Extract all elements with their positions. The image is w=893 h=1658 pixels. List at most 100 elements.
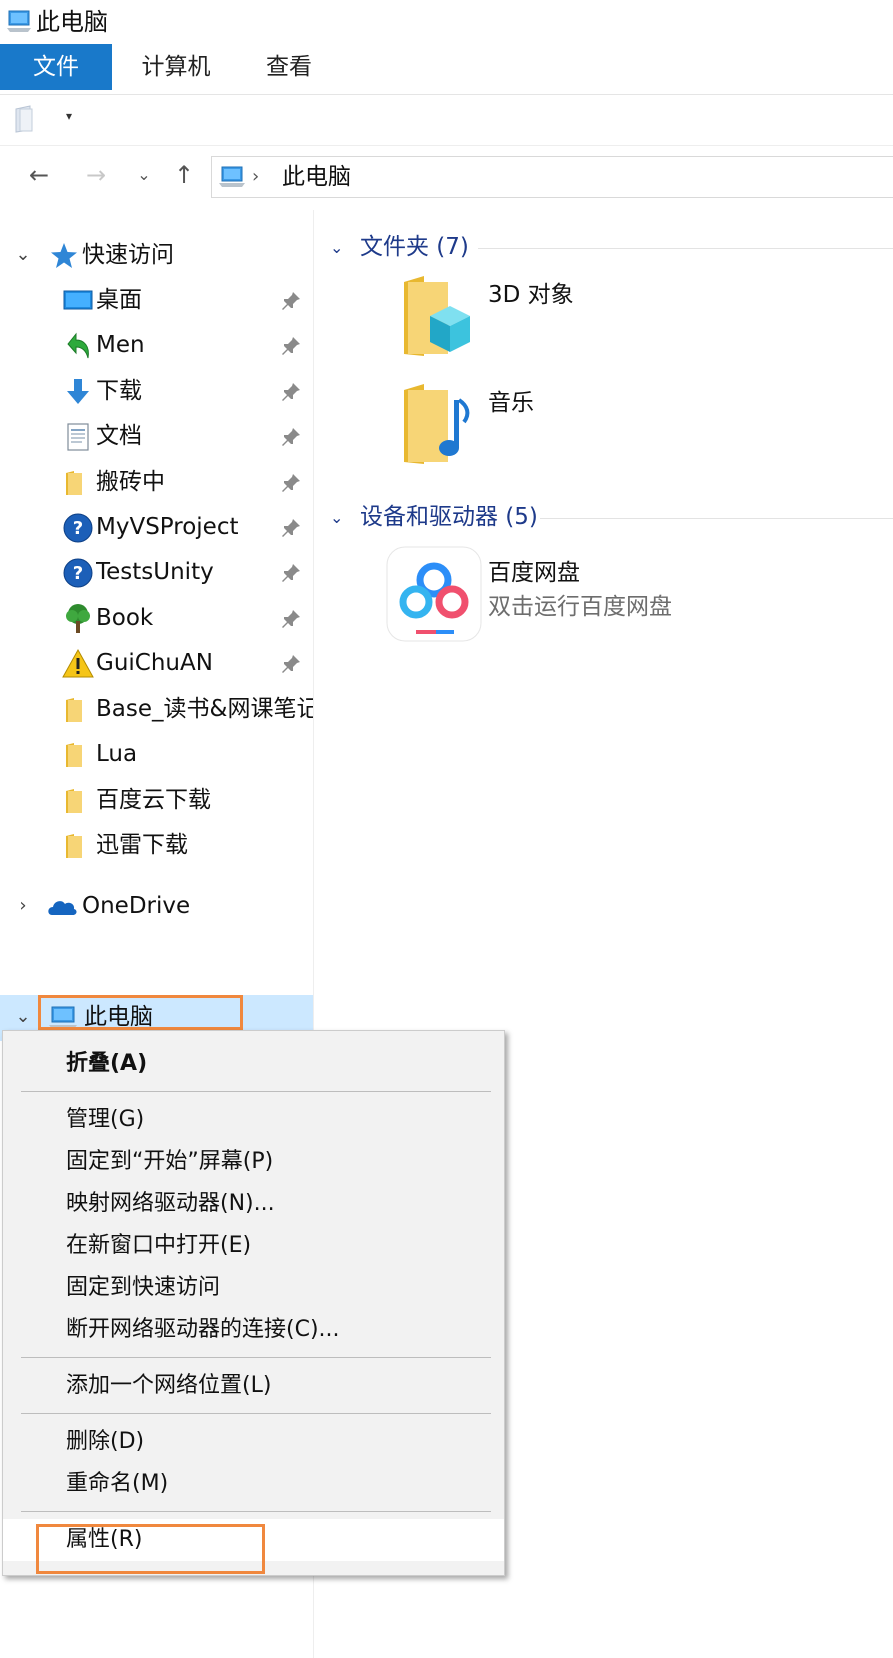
- nav-item-documents[interactable]: 文档: [0, 414, 313, 460]
- nav-item-men[interactable]: Men: [0, 323, 313, 369]
- nav-label: Lua: [96, 741, 138, 767]
- menu-item-manage[interactable]: 管理(G): [3, 1099, 504, 1141]
- group-header-devices[interactable]: ⌄ 设备和驱动器 (5): [314, 498, 893, 538]
- pin-icon[interactable]: [280, 381, 302, 403]
- ribbon-tabs: 文件 计算机 查看: [0, 44, 893, 95]
- menu-separator: [21, 1511, 491, 1512]
- menu-item-add-network-location[interactable]: 添加一个网络位置(L): [3, 1365, 504, 1407]
- expand-chevron-down-icon[interactable]: ⌄: [12, 1003, 34, 1031]
- group-collapse-chevron-icon[interactable]: ⌄: [330, 504, 343, 532]
- menu-item-label: 固定到快速访问: [66, 1275, 221, 1300]
- nav-item-downloads[interactable]: 下载: [0, 369, 313, 415]
- menu-item-collapse[interactable]: 折叠(A): [3, 1043, 504, 1085]
- nav-item-folder[interactable]: 迅雷下载: [0, 823, 313, 869]
- baidu-netdisk-icon: [386, 546, 482, 642]
- nav-label: 桌面: [96, 287, 142, 313]
- menu-item-pin-to-start[interactable]: 固定到“开始”屏幕(P): [3, 1141, 504, 1183]
- desktop-icon: [63, 290, 93, 310]
- pin-icon[interactable]: [280, 290, 302, 312]
- nav-label: OneDrive: [82, 893, 191, 919]
- onedrive-cloud-icon: [48, 901, 77, 915]
- pin-icon[interactable]: [280, 608, 302, 630]
- nav-item-book[interactable]: Book: [0, 596, 313, 642]
- folder-icon: [66, 834, 82, 858]
- download-icon: [67, 379, 89, 404]
- expand-chevron-right-icon[interactable]: ›: [12, 892, 34, 920]
- menu-item-label: 固定到“开始”屏幕(P): [66, 1149, 274, 1174]
- quick-access-star-icon: [51, 243, 77, 268]
- warning-icon: [62, 648, 94, 678]
- breadcrumb-chevron-icon[interactable]: ›: [252, 163, 259, 191]
- pin-icon[interactable]: [280, 335, 302, 357]
- menu-item-open-new-window[interactable]: 在新窗口中打开(E): [3, 1225, 504, 1267]
- quick-access-toolbar: ▾: [0, 95, 893, 146]
- group-collapse-chevron-icon[interactable]: ⌄: [330, 234, 343, 262]
- menu-item-map-network-drive[interactable]: 映射网络驱动器(N)...: [3, 1183, 504, 1225]
- nav-label: TestsUnity: [96, 559, 214, 585]
- forward-arrow-icon[interactable]: →: [81, 160, 111, 190]
- tab-view[interactable]: 查看: [244, 44, 334, 90]
- help-icon: ?: [63, 513, 93, 543]
- nav-onedrive[interactable]: › OneDrive: [0, 884, 313, 930]
- up-arrow-icon[interactable]: ↑: [169, 160, 199, 190]
- menu-item-label: 添加一个网络位置(L): [66, 1373, 272, 1398]
- menu-item-disconnect-network-drive[interactable]: 断开网络驱动器的连接(C)...: [3, 1309, 504, 1351]
- folder-icon[interactable]: [14, 105, 36, 133]
- menu-item-pin-quick-access[interactable]: 固定到快速访问: [3, 1267, 504, 1309]
- pin-icon[interactable]: [280, 426, 302, 448]
- nav-item-folder[interactable]: 百度云下载: [0, 778, 313, 824]
- nav-item-folder[interactable]: Lua: [0, 732, 313, 778]
- menu-item-label: 断开网络驱动器的连接(C)...: [66, 1317, 340, 1342]
- menu-item-delete[interactable]: 删除(D): [3, 1421, 504, 1463]
- device-name: 百度网盘: [488, 560, 580, 586]
- svg-text:?: ?: [73, 518, 83, 539]
- nav-label: 搬砖中: [96, 469, 165, 495]
- title-bar: 此电脑: [0, 0, 893, 44]
- pin-icon[interactable]: [280, 562, 302, 584]
- nav-item-guichuan[interactable]: GuiChuAN: [0, 641, 313, 687]
- nav-label: Base_读书&网课笔记: [96, 696, 313, 722]
- annotation-highlight-box: [36, 1524, 265, 1574]
- menu-item-rename[interactable]: 重命名(M): [3, 1463, 504, 1505]
- folder-name: 3D 对象: [488, 282, 574, 308]
- nav-item-desktop[interactable]: 桌面: [0, 278, 313, 324]
- tab-computer[interactable]: 计算机: [126, 44, 226, 90]
- menu-item-label: 折叠(A): [66, 1051, 148, 1076]
- breadcrumb-this-pc[interactable]: 此电脑: [282, 161, 351, 193]
- tab-file[interactable]: 文件: [0, 44, 112, 90]
- menu-separator: [21, 1413, 491, 1414]
- annotation-highlight-box: [38, 995, 243, 1030]
- folder-name: 音乐: [488, 390, 534, 416]
- menu-item-label: 管理(G): [66, 1107, 145, 1132]
- menu-separator: [21, 1357, 491, 1358]
- back-arrow-icon[interactable]: ←: [24, 160, 54, 190]
- group-divider: [540, 518, 893, 519]
- pin-icon[interactable]: [280, 653, 302, 675]
- menu-item-label: 删除(D): [66, 1429, 145, 1454]
- nav-item-folder[interactable]: 搬砖中: [0, 460, 313, 506]
- pin-icon[interactable]: [280, 517, 302, 539]
- group-header-folders[interactable]: ⌄ 文件夹 (7): [314, 228, 893, 268]
- customize-toolbar-dropdown-icon[interactable]: ▾: [62, 109, 76, 123]
- document-icon: [67, 423, 89, 451]
- nav-item-myvsproject[interactable]: ? MyVSProject: [0, 505, 313, 551]
- nav-quick-access[interactable]: ⌄ 快速访问: [0, 233, 313, 279]
- address-bar[interactable]: › 此电脑: [211, 156, 893, 198]
- folder-icon: [66, 789, 82, 813]
- device-subtitle: 双击运行百度网盘: [488, 594, 672, 620]
- window-title: 此电脑: [36, 8, 108, 36]
- nav-item-folder[interactable]: Base_读书&网课笔记: [0, 687, 313, 733]
- green-arrow-icon: [67, 332, 89, 359]
- nav-label: 下载: [96, 378, 142, 404]
- navigation-bar: ← → ⌄ ↑ › 此电脑: [0, 146, 893, 206]
- folder-icon: [66, 743, 82, 767]
- nav-item-testsunity[interactable]: ? TestsUnity: [0, 550, 313, 596]
- menu-item-label: 映射网络驱动器(N)...: [66, 1191, 275, 1216]
- this-pc-icon: [219, 166, 245, 187]
- nav-label: MyVSProject: [96, 514, 239, 540]
- folder-icon: [66, 471, 82, 495]
- recent-locations-chevron-icon[interactable]: ⌄: [129, 160, 159, 190]
- pin-icon[interactable]: [280, 472, 302, 494]
- expand-chevron-down-icon[interactable]: ⌄: [12, 241, 34, 269]
- nav-label: 百度云下载: [96, 787, 211, 813]
